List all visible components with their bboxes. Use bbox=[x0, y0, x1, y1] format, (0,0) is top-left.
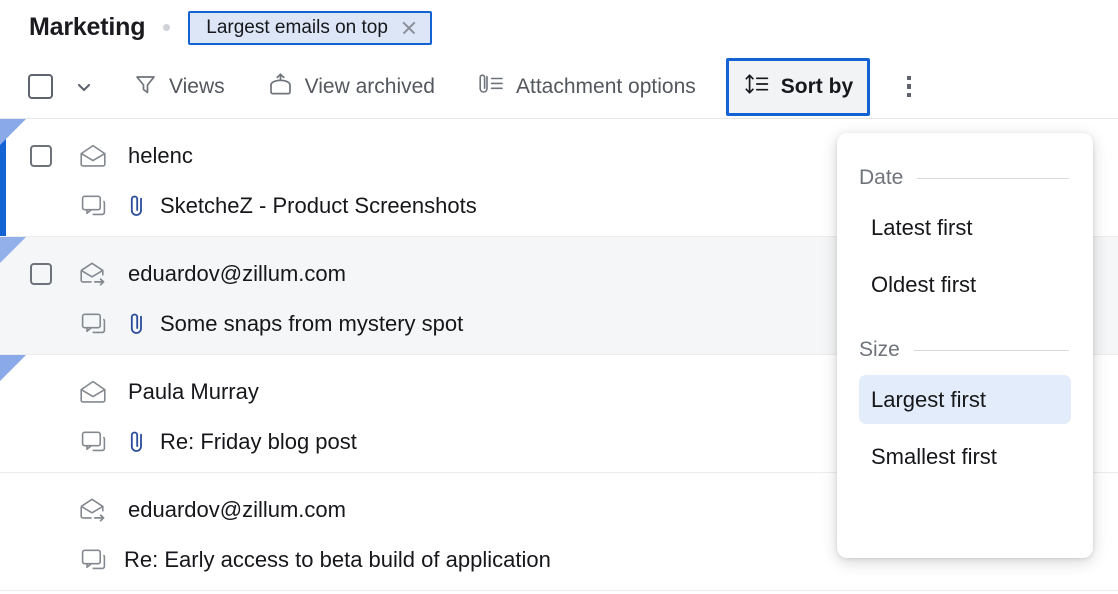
sender-name: eduardov@zillum.com bbox=[128, 261, 346, 286]
envelope-forward-icon bbox=[78, 497, 118, 523]
corner-flag-marker bbox=[0, 237, 26, 263]
row-select-checkbox[interactable] bbox=[30, 263, 52, 285]
filter-funnel-icon bbox=[133, 72, 158, 102]
list-toolbar: Views View archived Attachment options S… bbox=[0, 55, 1118, 119]
filter-chip-label: Largest emails on top bbox=[206, 16, 388, 38]
active-filter-chip[interactable]: Largest emails on top bbox=[188, 10, 432, 45]
sort-arrows-icon bbox=[743, 72, 770, 102]
title-separator-dot bbox=[163, 24, 171, 31]
envelope-forward-icon bbox=[78, 261, 118, 287]
corner-flag-marker bbox=[0, 119, 26, 145]
archive-up-icon bbox=[267, 72, 294, 102]
conversation-icon bbox=[80, 547, 114, 573]
chevron-down-icon[interactable] bbox=[73, 76, 95, 98]
kebab-dot bbox=[906, 75, 912, 81]
email-subject: Re: Friday blog post bbox=[160, 429, 357, 454]
sender-name: eduardov@zillum.com bbox=[128, 497, 346, 522]
kebab-dot bbox=[906, 84, 912, 89]
row-select-checkbox[interactable] bbox=[30, 145, 52, 167]
attachment-paperclip-icon bbox=[124, 430, 150, 454]
menu-section-label: Size bbox=[859, 338, 900, 361]
attachment-paperclip-icon bbox=[124, 312, 150, 336]
toolbar-button-sort-by[interactable]: Sort by bbox=[725, 57, 871, 116]
kebab-menu-icon[interactable] bbox=[892, 70, 926, 104]
toolbar-label: Views bbox=[169, 74, 225, 98]
toolbar-button-views[interactable]: Views bbox=[125, 64, 233, 110]
toolbar-button-view-archived[interactable]: View archived bbox=[259, 64, 443, 110]
menu-item-latest-first[interactable]: Latest first bbox=[859, 203, 1071, 252]
folder-header: Marketing Largest emails on top bbox=[0, 0, 1118, 55]
menu-item-largest-first[interactable]: Largest first bbox=[859, 375, 1071, 424]
attachment-paperclip-icon bbox=[124, 194, 150, 218]
menu-item-oldest-first[interactable]: Oldest first bbox=[859, 260, 1071, 309]
sender-name: helenc bbox=[128, 143, 193, 168]
envelope-open-icon bbox=[78, 379, 118, 405]
conversation-icon bbox=[80, 429, 114, 455]
email-subject: Re: Early access to beta build of applic… bbox=[124, 547, 551, 572]
attachment-list-icon bbox=[477, 72, 505, 102]
kebab-dot bbox=[906, 92, 912, 98]
menu-section-header-date: Date bbox=[859, 161, 1071, 195]
menu-section-header-size: Size bbox=[859, 333, 1071, 367]
sender-name: Paula Murray bbox=[128, 379, 259, 404]
email-subject: SketcheZ - Product Screenshots bbox=[160, 193, 477, 218]
conversation-icon bbox=[80, 193, 114, 219]
envelope-open-icon bbox=[78, 143, 118, 169]
corner-flag-marker bbox=[0, 355, 26, 381]
sort-by-dropdown-menu: Date Latest first Oldest first Size Larg… bbox=[837, 133, 1093, 558]
toolbar-label: Sort by bbox=[780, 74, 854, 98]
section-divider bbox=[917, 177, 1069, 179]
toolbar-label: Attachment options bbox=[516, 74, 696, 98]
select-all-checkbox[interactable] bbox=[28, 74, 53, 99]
toolbar-button-attachment-options[interactable]: Attachment options bbox=[469, 64, 704, 110]
email-subject: Some snaps from mystery spot bbox=[160, 311, 464, 336]
menu-spacer bbox=[859, 309, 1071, 333]
toolbar-label: View archived bbox=[304, 74, 435, 98]
close-icon[interactable] bbox=[400, 19, 418, 37]
page-title: Marketing bbox=[29, 13, 146, 41]
menu-section-label: Date bbox=[859, 166, 904, 189]
menu-item-smallest-first[interactable]: Smallest first bbox=[859, 432, 1071, 481]
conversation-icon bbox=[80, 311, 114, 337]
section-divider bbox=[913, 349, 1069, 351]
